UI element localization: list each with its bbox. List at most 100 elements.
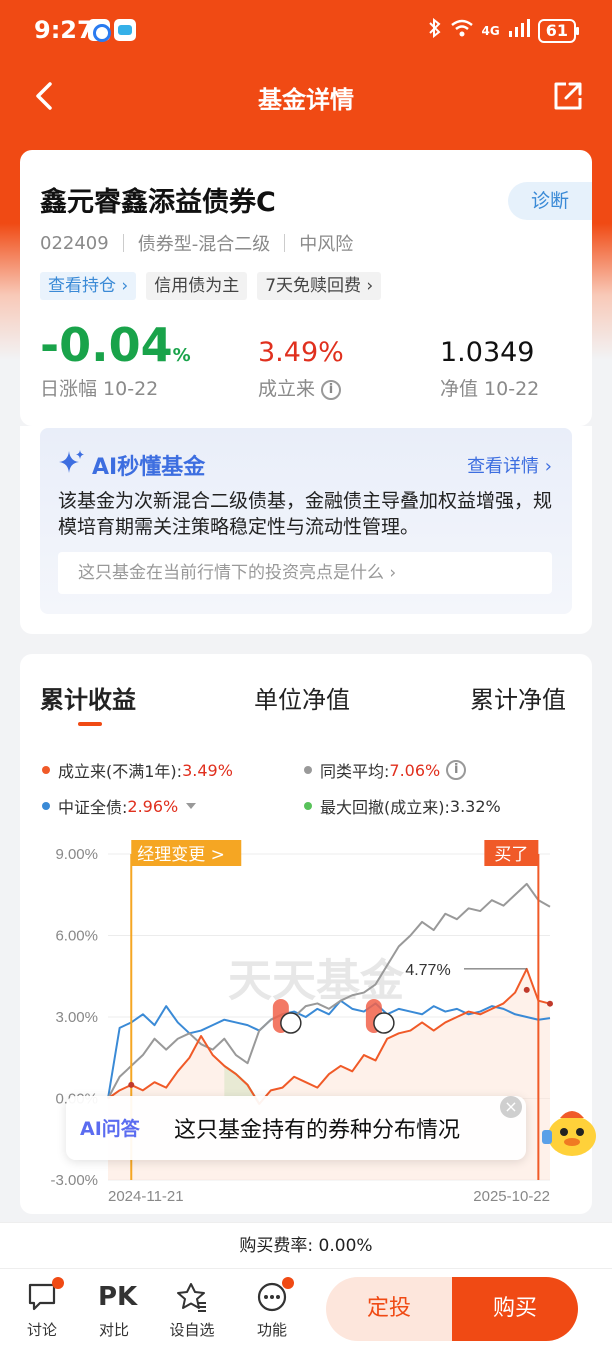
ai-title-text: AI秒懂基金 [92,455,206,480]
wifi-icon [450,18,474,43]
pk-icon: PK [98,1282,138,1312]
purchase-fee: 购买费率: 0.00% [0,1222,612,1268]
info-icon[interactable]: i [446,760,467,780]
legend-dot [304,766,312,774]
bluetooth-icon [428,17,442,43]
app-notification-icon [114,19,136,41]
fund-type: 债券型-混合二级 [137,234,271,255]
end-point [547,1000,553,1007]
app-notification-icon [88,19,111,42]
ai-ask-label: AI问答 [80,1118,140,1140]
view-holdings-tag[interactable]: 查看持仓 › [40,272,137,300]
credit-bond-tag: 信用债为主 [146,272,248,300]
daily-change-label: 日涨幅 10-22 [40,378,159,400]
nav-value: 1.0349 [440,337,535,368]
y-tick-label: 3.00% [55,1009,98,1026]
share-icon[interactable] [550,78,586,114]
ai-view-details[interactable]: 查看详情 › [467,452,552,478]
y-tick-label: -3.00% [50,1172,98,1189]
manager-point [128,1081,135,1088]
hand-pointer-icon [280,1012,302,1034]
info-icon[interactable]: i [321,379,342,400]
legend-fund-label: 成立来(不满1年): [58,762,183,781]
tab-unit-nav[interactable]: 单位净值 [254,680,350,715]
y-tick-label: 6.00% [55,928,98,945]
legend-peer-value: 7.06% [389,760,441,780]
since-inception-label: 成立来 [258,378,316,400]
tab-cumulative-nav[interactable]: 累计净值 [470,680,566,715]
page-title: 基金详情 [258,86,354,114]
legend-dot [42,802,50,810]
legend-fund: 成立来(不满1年): 3.49% [42,758,233,782]
legend-drawdown-value: 3.32% [449,796,501,816]
since-inception-label-wrap[interactable]: 成立来 i [258,374,342,401]
bottom-bar: 讨论 PK 对比 设自选 功能 定投 购买 [0,1268,612,1350]
star-icon [176,1281,208,1313]
fund-meta: 022409 债券型-混合二级 中风险 [40,230,353,256]
divider [122,234,124,252]
divider [284,234,286,252]
close-icon[interactable]: × [500,1096,522,1118]
status-time: 9:27 [34,16,94,44]
compare-label: 对比 [98,1321,129,1339]
mascot-icon[interactable] [540,1100,604,1160]
ai-question-input[interactable]: 这只基金在当前行情下的投资亮点是什么 › [58,552,552,594]
functions-button[interactable]: 功能 [242,1277,302,1340]
ai-description: 该基金为次新混合二级债基，金融债主导叠加权益增强，规模培育期需关注策略稳定性与流… [58,490,553,538]
discuss-button[interactable]: 讨论 [12,1277,72,1340]
sparkle-icon [58,448,86,482]
status-right: 4G 61 [428,17,580,43]
legend-fund-value: 3.49% [182,760,233,780]
battery-indicator: 61 [537,18,580,43]
legend-drawdown: 最大回撤(成立来): 3.32% [304,794,501,818]
diagnose-button[interactable]: 诊断 [508,182,592,220]
chevron-down-icon [186,803,197,809]
functions-label: 功能 [256,1321,287,1339]
ai-view-details-label: 查看详情 [467,456,540,477]
legend-index-label: 中证全债: [58,798,128,817]
notification-badge [52,1277,64,1289]
fund-code: 022409 [40,232,109,254]
buy-marker-label: 买了 [494,845,528,865]
legend-index[interactable]: 中证全债: 2.96% [42,794,197,818]
x-tick-label: 2024-11-21 [108,1188,184,1204]
buy-button[interactable]: 购买 [452,1277,578,1341]
daily-change-unit: % [172,345,191,366]
peak-label: 4.77% [405,962,450,979]
more-icon [256,1277,294,1313]
manager-change-label: 经理变更 > [137,845,225,865]
fund-tags: 查看持仓 › 信用债为主 7天免赎回费 › [40,272,382,300]
legend-drawdown-label: 最大回撤(成立来): [320,798,450,817]
legend-dot [42,766,50,774]
legend-dot [304,802,312,810]
ai-ask-bar[interactable]: AI问答 这只基金持有的券种分布情况 × [66,1096,526,1160]
add-watchlist-label: 设自选 [169,1321,215,1339]
ai-card[interactable]: AI秒懂基金 查看详情 › 该基金为次新混合二级债基，金融债主导叠加权益增强，规… [40,428,572,614]
compare-button[interactable]: PK 对比 [84,1281,144,1340]
nav-bar: 基金详情 [0,60,612,132]
legend-index-value: 2.96% [127,796,179,816]
daily-change-value: -0.04 [40,318,173,372]
peak-point [523,986,530,993]
tab-underline [78,722,102,726]
legend-peer: 同类平均: 7.06% i [304,758,467,782]
network-type: 4G [481,23,500,38]
chevron-right-icon: › [389,563,397,583]
since-inception-value: 3.49% [258,337,344,368]
signal-icon [508,18,530,43]
tab-cumulative-return[interactable]: 累计收益 [40,680,136,715]
y-tick-label: 9.00% [55,846,98,863]
hand-pointer-icon [373,1012,395,1034]
ai-title: AI秒懂基金 [58,448,205,482]
legend-peer-label: 同类平均: [320,762,390,781]
ai-question-text: 这只基金在当前行情下的投资亮点是什么 [78,563,384,583]
add-watchlist-button[interactable]: 设自选 [162,1281,222,1340]
chat-bubble-icon [26,1277,64,1313]
discuss-label: 讨论 [26,1321,57,1339]
notification-badge [282,1277,294,1289]
ai-section: AI秒懂基金 查看详情 › 该基金为次新混合二级债基，金融债主导叠加权益增强，规… [20,426,592,634]
auto-invest-button[interactable]: 定投 [326,1277,452,1341]
chevron-right-icon: › [544,456,552,477]
fund-info-card: 鑫元睿鑫添益债券C 诊断 022409 债券型-混合二级 中风险 查看持仓 › … [20,150,592,426]
redemption-fee-tag[interactable]: 7天免赎回费 › [257,272,382,300]
